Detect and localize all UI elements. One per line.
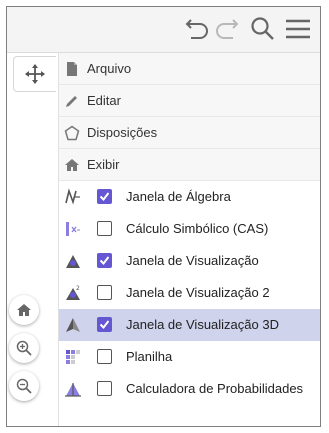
hamburger-menu-icon[interactable]: [285, 16, 311, 42]
checkbox[interactable]: [97, 349, 112, 364]
view-item-label: Janela de Álgebra: [126, 189, 231, 204]
move-tool-button[interactable]: [13, 56, 56, 92]
checkbox[interactable]: [97, 221, 112, 236]
checkbox[interactable]: [97, 253, 112, 268]
view-item-label: Janela de Visualização 2: [126, 285, 270, 300]
view-item-algebra[interactable]: Janela de Álgebra: [59, 181, 320, 213]
graphics2-icon: 2: [66, 285, 80, 300]
svg-text:2: 2: [76, 285, 80, 292]
move-tool-icon: [25, 64, 45, 84]
menu-item-label: Editar: [87, 93, 121, 108]
algebra-icon: [65, 188, 80, 205]
layout-icon: [64, 125, 80, 141]
graphics-icon: [66, 255, 80, 268]
pencil-icon: [66, 96, 77, 107]
checkbox[interactable]: [97, 381, 112, 396]
menu-item-label: Arquivo: [87, 61, 132, 76]
home-icon: [65, 159, 79, 171]
checkbox[interactable]: [97, 285, 112, 300]
checkmark-icon: [99, 256, 110, 266]
cas-icon: [66, 222, 80, 236]
checkmark-icon: [99, 320, 110, 330]
view-item-graphics[interactable]: Janela de Visualização: [59, 245, 320, 277]
view-item-graphics-3d[interactable]: Janela de Visualização 3D: [59, 309, 320, 341]
undo-icon[interactable]: [185, 16, 211, 42]
menu-item-editar[interactable]: Editar: [59, 85, 320, 117]
main-menu: Arquivo Editar Disposições Exibir Janela…: [58, 53, 320, 426]
home-button[interactable]: [9, 295, 39, 325]
view-item-label: Janela de Visualização 3D: [126, 317, 279, 332]
probability-icon: [65, 383, 81, 397]
view-item-cas[interactable]: Cálculo Simbólico (CAS): [59, 213, 320, 245]
view-item-label: Calculadora de Probabilidades: [126, 381, 304, 396]
menu-item-disposicoes[interactable]: Disposições: [59, 117, 320, 149]
redo-icon[interactable]: [213, 16, 239, 42]
view-item-spreadsheet[interactable]: Planilha: [59, 341, 320, 373]
tool-panel: [7, 53, 58, 426]
view-item-graphics-2[interactable]: 2 Janela de Visualização 2: [59, 277, 320, 309]
zoom-in-icon: [16, 340, 32, 356]
menu-item-exibir[interactable]: Exibir: [59, 149, 320, 181]
checkmark-icon: [99, 192, 110, 202]
zoom-in-button[interactable]: [9, 333, 39, 363]
menu-item-label: Exibir: [87, 157, 120, 172]
search-icon[interactable]: [250, 16, 276, 42]
zoom-out-icon: [16, 378, 32, 394]
graphics3d-icon: [66, 318, 80, 332]
file-icon: [67, 62, 77, 76]
view-item-label: Planilha: [126, 349, 173, 364]
app-window: Arquivo Editar Disposições Exibir Janela…: [6, 6, 321, 427]
zoom-out-button[interactable]: [9, 371, 39, 401]
checkbox[interactable]: [97, 189, 112, 204]
top-toolbar: [7, 7, 320, 53]
menu-item-arquivo[interactable]: Arquivo: [59, 53, 320, 85]
menu-item-label: Disposições: [87, 125, 158, 140]
home-icon: [17, 304, 31, 316]
checkbox[interactable]: [97, 317, 112, 332]
spreadsheet-icon: [66, 350, 80, 364]
view-item-probability[interactable]: Calculadora de Probabilidades: [59, 373, 320, 405]
view-item-label: Janela de Visualização: [126, 253, 259, 268]
view-item-label: Cálculo Simbólico (CAS): [126, 221, 269, 236]
